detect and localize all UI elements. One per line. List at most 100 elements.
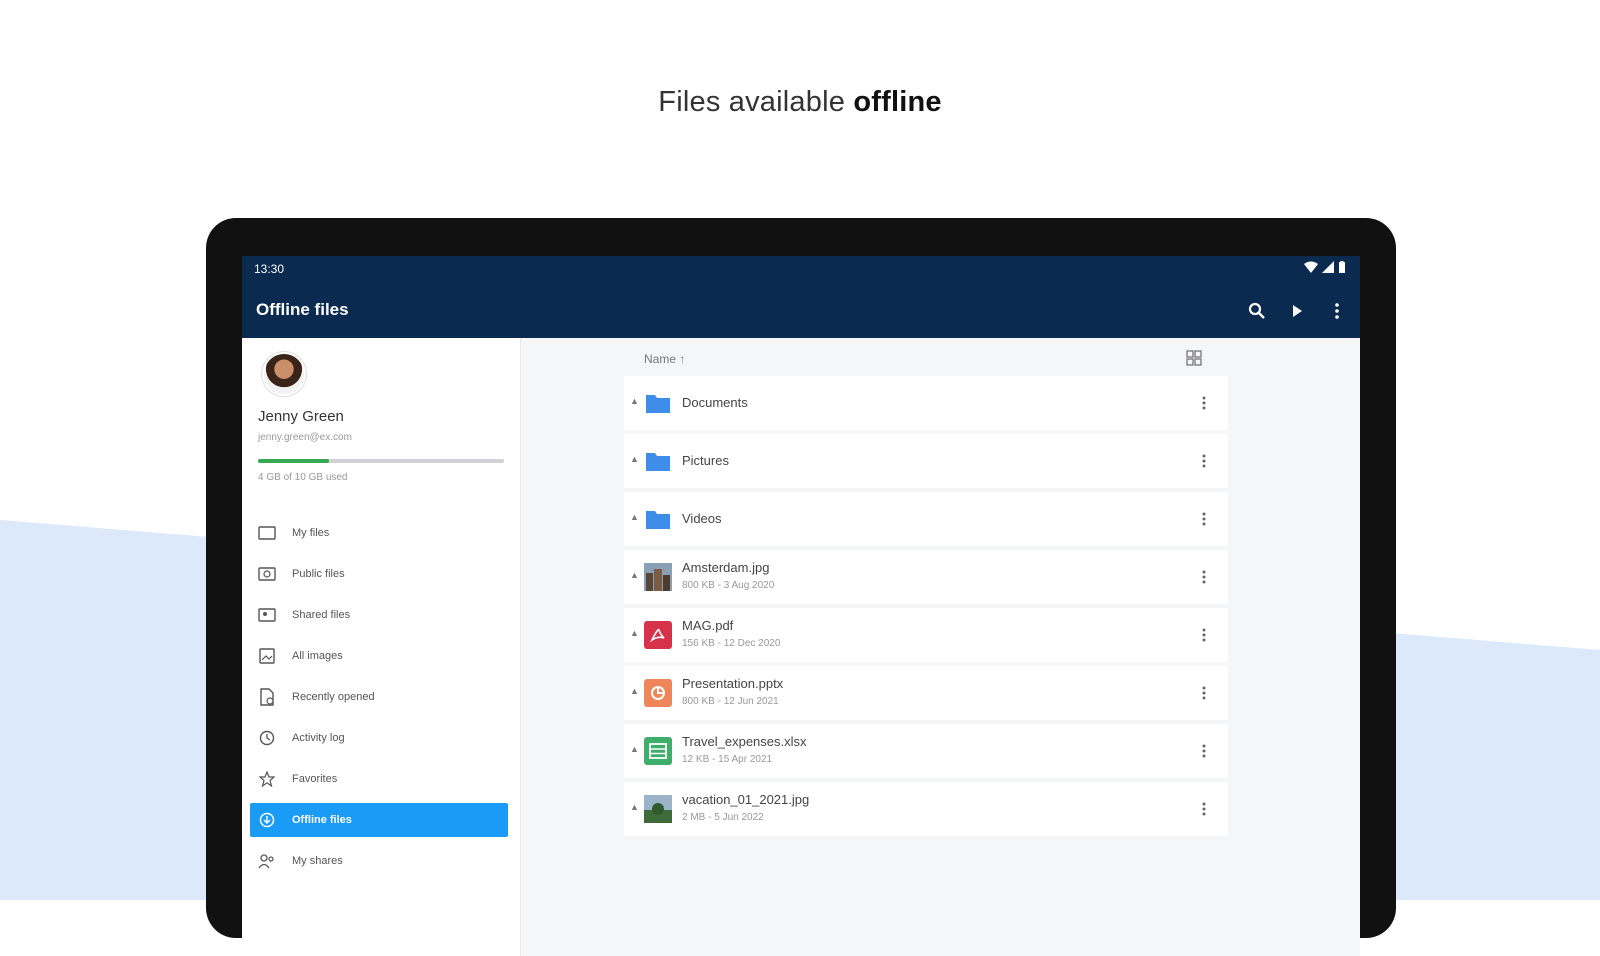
offline-indicator-icon: ▲	[630, 686, 639, 696]
offline-indicator-icon: ▲	[630, 454, 639, 464]
sidebar-item-label: Favorites	[292, 773, 338, 785]
storage-text: 4 GB of 10 GB used	[258, 472, 348, 483]
sidebar-item-label: Offline files	[292, 814, 352, 826]
more-options-icon[interactable]	[1196, 740, 1212, 762]
headline-regular: Files available	[658, 86, 854, 118]
file-name: Pictures	[682, 453, 729, 468]
more-options-icon[interactable]	[1196, 566, 1212, 588]
play-icon[interactable]	[1286, 300, 1308, 322]
status-bar: 13:30	[242, 256, 1360, 286]
offline-indicator-icon: ▲	[630, 628, 639, 638]
sidebar-item-label: Activity log	[292, 732, 345, 744]
sidebar-item-recently-opened[interactable]: Recently opened	[250, 680, 508, 714]
user-name: Jenny Green	[258, 408, 344, 425]
file-row[interactable]: ▲ Presentation.pptx 800 KB - 12 Jun 2021	[624, 666, 1228, 720]
status-icons	[1304, 260, 1346, 278]
file-name: Amsterdam.jpg	[682, 560, 770, 575]
more-options-icon[interactable]	[1196, 508, 1212, 530]
more-options-icon[interactable]	[1196, 682, 1212, 704]
history-icon	[258, 729, 276, 747]
pdf-icon	[644, 621, 672, 649]
offline-indicator-icon: ▲	[630, 744, 639, 754]
file-name: MAG.pdf	[682, 618, 734, 633]
spreadsheet-icon	[644, 737, 672, 765]
file-row[interactable]: ▲ MAG.pdf 156 KB - 12 Dec 2020	[624, 608, 1228, 662]
presentation-icon	[644, 679, 672, 707]
offline-indicator-icon: ▲	[630, 570, 639, 580]
app-bar: Offline files	[242, 286, 1360, 338]
sidebar-item-activity-log[interactable]: Activity log	[250, 721, 508, 755]
file-row[interactable]: ▲ Documents	[624, 376, 1228, 430]
more-options-icon[interactable]	[1196, 392, 1212, 414]
sidebar-item-label: Recently opened	[292, 691, 375, 703]
file-meta: 12 KB - 15 Apr 2021	[682, 754, 773, 765]
file-row[interactable]: ▲ Travel_expenses.xlsx 12 KB - 15 Apr 20…	[624, 724, 1228, 778]
user-email: jenny.green@ex.com	[258, 432, 352, 443]
folder-icon	[644, 447, 672, 475]
folder-outline-icon	[258, 524, 276, 542]
star-icon	[258, 770, 276, 788]
headline: Files available offline	[0, 86, 1600, 119]
file-name: Travel_expenses.xlsx	[682, 734, 807, 749]
image-thumbnail-icon	[644, 795, 672, 823]
file-content: Name ↑ ▲ Documents ▲ Pictures ▲ Videos ▲…	[520, 338, 1360, 956]
file-meta: 800 KB - 12 Jun 2021	[682, 696, 779, 707]
sidebar-item-label: My files	[292, 527, 330, 539]
more-options-icon[interactable]	[1196, 624, 1212, 646]
tablet-device: 13:30 Offline files Jenny Green jenny.gr…	[206, 218, 1396, 956]
headline-bold: offline	[853, 86, 942, 118]
nav-list: My files Public files Shared files All i…	[250, 516, 508, 885]
sidebar-item-all-images[interactable]: All images	[250, 639, 508, 673]
grid-view-icon[interactable]	[1186, 350, 1206, 370]
more-vert-icon[interactable]	[1326, 300, 1348, 322]
file-row[interactable]: ▲ vacation_01_2021.jpg 2 MB - 5 Jun 2022	[624, 782, 1228, 836]
file-row[interactable]: ▲ Pictures	[624, 434, 1228, 488]
file-name: vacation_01_2021.jpg	[682, 792, 810, 807]
sidebar-item-shared-files[interactable]: Shared files	[250, 598, 508, 632]
sidebar-item-label: Public files	[292, 568, 345, 580]
sidebar-item-my-shares[interactable]: My shares	[250, 844, 508, 878]
sidebar-item-label: Shared files	[292, 609, 351, 621]
file-meta: 2 MB - 5 Jun 2022	[682, 812, 764, 823]
offline-icon	[258, 811, 276, 829]
file-name: Videos	[682, 511, 722, 526]
sidebar-item-offline-files[interactable]: Offline files	[250, 803, 508, 837]
sidebar-item-my-files[interactable]: My files	[250, 516, 508, 550]
sidebar-item-public-files[interactable]: Public files	[250, 557, 508, 591]
sidebar-item-label: All images	[292, 650, 343, 662]
navigation-drawer: Jenny Green jenny.green@ex.com 4 GB of 1…	[242, 338, 521, 956]
offline-indicator-icon: ▲	[630, 802, 639, 812]
sort-by-name[interactable]: Name ↑	[644, 352, 685, 366]
search-icon[interactable]	[1246, 300, 1268, 322]
public-folder-icon	[258, 565, 276, 583]
offline-indicator-icon: ▲	[630, 512, 639, 522]
signal-icon	[1322, 260, 1334, 278]
storage-progress-fill	[258, 459, 330, 463]
folder-icon	[644, 389, 672, 417]
file-row[interactable]: ▲ Videos	[624, 492, 1228, 546]
storage-progress-bar	[258, 459, 504, 463]
more-options-icon[interactable]	[1196, 798, 1212, 820]
image-thumbnail-icon	[644, 563, 672, 591]
sidebar-item-label: My shares	[292, 855, 343, 867]
battery-icon	[1338, 260, 1346, 278]
folder-icon	[644, 505, 672, 533]
wifi-icon	[1304, 260, 1318, 278]
tablet-screen: 13:30 Offline files Jenny Green jenny.gr…	[242, 256, 1360, 956]
more-options-icon[interactable]	[1196, 450, 1212, 472]
offline-indicator-icon: ▲	[630, 396, 639, 406]
file-name: Documents	[682, 395, 748, 410]
page-title: Offline files	[256, 300, 349, 319]
file-row[interactable]: ▲ Amsterdam.jpg 800 KB - 3 Aug 2020	[624, 550, 1228, 604]
status-time: 13:30	[254, 262, 285, 276]
file-list: ▲ Documents ▲ Pictures ▲ Videos ▲ Amster…	[624, 376, 1228, 840]
image-icon	[258, 647, 276, 665]
recent-file-icon	[258, 688, 276, 706]
appbar-actions	[1246, 300, 1348, 322]
shares-icon	[258, 852, 276, 870]
file-meta: 156 KB - 12 Dec 2020	[682, 638, 781, 649]
avatar[interactable]	[262, 352, 306, 396]
file-meta: 800 KB - 3 Aug 2020	[682, 580, 775, 591]
sidebar-item-favorites[interactable]: Favorites	[250, 762, 508, 796]
shared-folder-icon	[258, 606, 276, 624]
